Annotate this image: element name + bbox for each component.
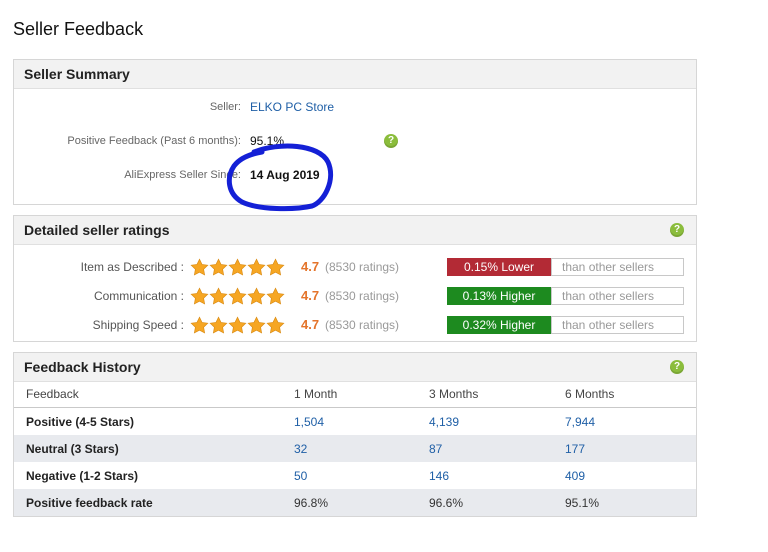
rating-row: Communication : 4.7 (8530 ratings) 0.13% Hi… bbox=[14, 286, 696, 308]
row-label: Positive (4-5 Stars) bbox=[26, 414, 135, 429]
star-icon bbox=[209, 287, 228, 305]
table-cell: 95.1% bbox=[565, 489, 696, 516]
table-cell: 96.8% bbox=[294, 489, 429, 516]
table-cell[interactable]: 7,944 bbox=[565, 408, 696, 436]
table-row: Positive feedback rate 96.8% 96.6% 95.1% bbox=[14, 489, 696, 516]
column-header: 6 Months bbox=[565, 381, 696, 408]
table-header-row: Feedback 1 Month 3 Months 6 Months bbox=[14, 381, 696, 408]
star-icon bbox=[266, 287, 285, 305]
row-label: Negative (1-2 Stars) bbox=[26, 468, 139, 483]
seller-label: Seller: bbox=[209, 101, 241, 113]
rating-score: 4.7 bbox=[301, 317, 320, 332]
star-icon bbox=[247, 316, 266, 334]
seller-summary-panel: Seller Summary Seller: ELKO PC Store Pos… bbox=[13, 59, 697, 205]
rating-score: 4.7 bbox=[301, 259, 320, 274]
star-icon bbox=[190, 316, 209, 334]
star-icon bbox=[209, 258, 228, 276]
star-rating bbox=[190, 316, 285, 340]
comparison-text: than other sellers bbox=[551, 287, 684, 305]
column-header: 1 Month bbox=[294, 381, 429, 408]
row-label: Positive feedback rate bbox=[14, 489, 294, 516]
star-icon bbox=[266, 258, 285, 276]
table-row: Negative (1-2 Stars) 50 146 409 bbox=[14, 462, 696, 489]
feedback-history-title: Feedback History bbox=[24, 359, 141, 375]
column-header: 3 Months bbox=[429, 381, 565, 408]
detailed-ratings-header: Detailed seller ratings ? bbox=[14, 216, 696, 245]
seller-row: Seller: ELKO PC Store bbox=[14, 98, 696, 118]
star-icon bbox=[209, 316, 228, 334]
comparison-badge: 0.15% Lower bbox=[447, 258, 551, 276]
detailed-ratings-title: Detailed seller ratings bbox=[24, 222, 170, 238]
star-rating bbox=[190, 258, 285, 282]
star-icon bbox=[228, 316, 247, 334]
comparison-text: than other sellers bbox=[551, 316, 684, 334]
detailed-ratings-panel: Detailed seller ratings ? Item as Descri… bbox=[13, 215, 697, 342]
page-title: Seller Feedback bbox=[13, 19, 144, 39]
table-cell[interactable]: 32 bbox=[294, 435, 429, 462]
table-cell[interactable]: 50 bbox=[294, 462, 429, 489]
comparison-badge: 0.32% Higher bbox=[447, 316, 551, 334]
table-cell: 96.6% bbox=[429, 489, 565, 516]
table-cell[interactable]: 4,139 bbox=[429, 408, 565, 436]
seller-summary-header: Seller Summary bbox=[14, 60, 696, 89]
positive-feedback-value: 95.1% bbox=[250, 134, 285, 148]
seller-since-label: AliExpress Seller Since: bbox=[124, 169, 241, 181]
table-cell[interactable]: 1,504 bbox=[294, 408, 429, 436]
table-row: Positive (4-5 Stars) 1,504 4,139 7,944 bbox=[14, 408, 696, 436]
rating-row: Item as Described : 4.7 (8530 ratings) 0.15… bbox=[14, 257, 696, 279]
comparison-badge: 0.13% Higher bbox=[447, 287, 551, 305]
star-rating bbox=[190, 287, 285, 311]
help-icon[interactable]: ? bbox=[384, 134, 398, 148]
rating-row: Shipping Speed : 4.7 (8530 ratings) 0.32% H… bbox=[14, 315, 696, 337]
seller-summary-title: Seller Summary bbox=[24, 66, 130, 82]
star-icon bbox=[228, 258, 247, 276]
star-icon bbox=[247, 287, 266, 305]
star-icon bbox=[247, 258, 266, 276]
help-icon[interactable]: ? bbox=[670, 360, 684, 374]
feedback-history-panel: Feedback History ? Feedback 1 Month 3 Mo… bbox=[13, 352, 697, 517]
seller-name-link[interactable]: ELKO PC Store bbox=[250, 100, 334, 114]
table-cell[interactable]: 409 bbox=[565, 462, 696, 489]
table-row: Neutral (3 Stars) 32 87 177 bbox=[14, 435, 696, 462]
table-cell[interactable]: 146 bbox=[429, 462, 565, 489]
positive-feedback-row: Positive Feedback (Past 6 months): 95.1%… bbox=[14, 132, 696, 152]
star-icon bbox=[228, 287, 247, 305]
star-icon bbox=[190, 258, 209, 276]
rating-label: Item as Described : bbox=[80, 260, 184, 274]
rating-score: 4.7 bbox=[301, 288, 320, 303]
seller-since-value: 14 Aug 2019 bbox=[250, 168, 320, 182]
star-icon bbox=[266, 316, 285, 334]
rating-label: Shipping Speed : bbox=[92, 318, 184, 332]
table-cell[interactable]: 87 bbox=[429, 435, 565, 462]
rating-count: (8530 ratings) bbox=[325, 318, 400, 332]
rating-count: (8530 ratings) bbox=[325, 260, 400, 274]
column-header: Feedback bbox=[14, 381, 294, 408]
positive-feedback-label: Positive Feedback (Past 6 months): bbox=[67, 135, 241, 147]
rating-count: (8530 ratings) bbox=[325, 289, 400, 303]
help-icon[interactable]: ? bbox=[670, 223, 684, 237]
feedback-history-header: Feedback History ? bbox=[14, 353, 696, 382]
table-cell[interactable]: 177 bbox=[565, 435, 696, 462]
rating-label: Communication : bbox=[93, 289, 184, 303]
comparison-text: than other sellers bbox=[551, 258, 684, 276]
star-icon bbox=[190, 287, 209, 305]
feedback-history-table: Feedback 1 Month 3 Months 6 Months Posit… bbox=[14, 381, 696, 516]
seller-since-row: AliExpress Seller Since: 14 Aug 2019 bbox=[14, 166, 696, 186]
row-label: Neutral (3 Stars) bbox=[14, 435, 294, 462]
